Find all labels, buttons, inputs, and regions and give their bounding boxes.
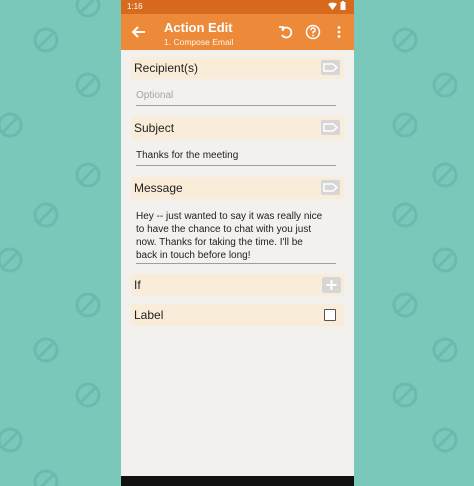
- if-label: If: [134, 278, 141, 292]
- recipients-input[interactable]: Optional: [136, 90, 336, 106]
- back-arrow-icon[interactable]: [130, 23, 148, 41]
- message-label: Message: [134, 181, 183, 195]
- message-line: Hey -- just wanted to say it was really …: [136, 211, 323, 222]
- label-checkbox[interactable]: [324, 309, 336, 321]
- recipients-placeholder: Optional: [136, 90, 174, 101]
- phone-screen: 1:16 Action Edit 1. Compose Email Recipi…: [121, 0, 354, 486]
- message-tag-button[interactable]: [321, 180, 340, 195]
- status-bar: 1:16: [121, 0, 354, 14]
- label-tag-icon: [323, 183, 339, 192]
- subject-label: Subject: [134, 121, 175, 135]
- message-line: back in touch before long!: [136, 250, 251, 261]
- subject-input[interactable]: Thanks for the meeting: [136, 150, 336, 166]
- label-tag-icon: [323, 63, 339, 72]
- overflow-menu-icon[interactable]: [331, 24, 347, 40]
- status-time: 1:16: [127, 2, 143, 11]
- message-line: now. Thanks for taking the time. I'll be: [136, 237, 303, 248]
- subject-header: Subject: [131, 117, 344, 139]
- label-tag-icon: [323, 123, 339, 132]
- message-header: Message: [131, 177, 344, 199]
- message-line: to have the chance to chat with you just: [136, 224, 312, 235]
- page-subtitle: 1. Compose Email: [164, 37, 234, 47]
- subject-value: Thanks for the meeting: [136, 150, 239, 161]
- label-header: Label: [131, 304, 344, 326]
- recipients-header: Recipient(s): [131, 57, 344, 79]
- form-content: Recipient(s) Optional Subject Thanks for…: [121, 50, 354, 476]
- app-bar: Action Edit 1. Compose Email: [121, 14, 354, 50]
- add-condition-button[interactable]: [322, 277, 341, 293]
- undo-icon[interactable]: [278, 24, 294, 40]
- label-label: Label: [134, 308, 164, 322]
- wifi-icon: [328, 2, 337, 10]
- plus-icon: [326, 280, 337, 290]
- subject-tag-button[interactable]: [321, 120, 340, 135]
- battery-icon: [340, 1, 346, 10]
- nav-bar: [121, 476, 354, 486]
- status-icons: [328, 1, 346, 10]
- recipients-label: Recipient(s): [134, 61, 199, 75]
- message-input[interactable]: Hey -- just wanted to say it was really …: [136, 210, 336, 264]
- if-header: If: [131, 274, 344, 296]
- page-title: Action Edit: [164, 20, 233, 35]
- recipients-tag-button[interactable]: [321, 60, 340, 75]
- help-icon[interactable]: [305, 24, 321, 40]
